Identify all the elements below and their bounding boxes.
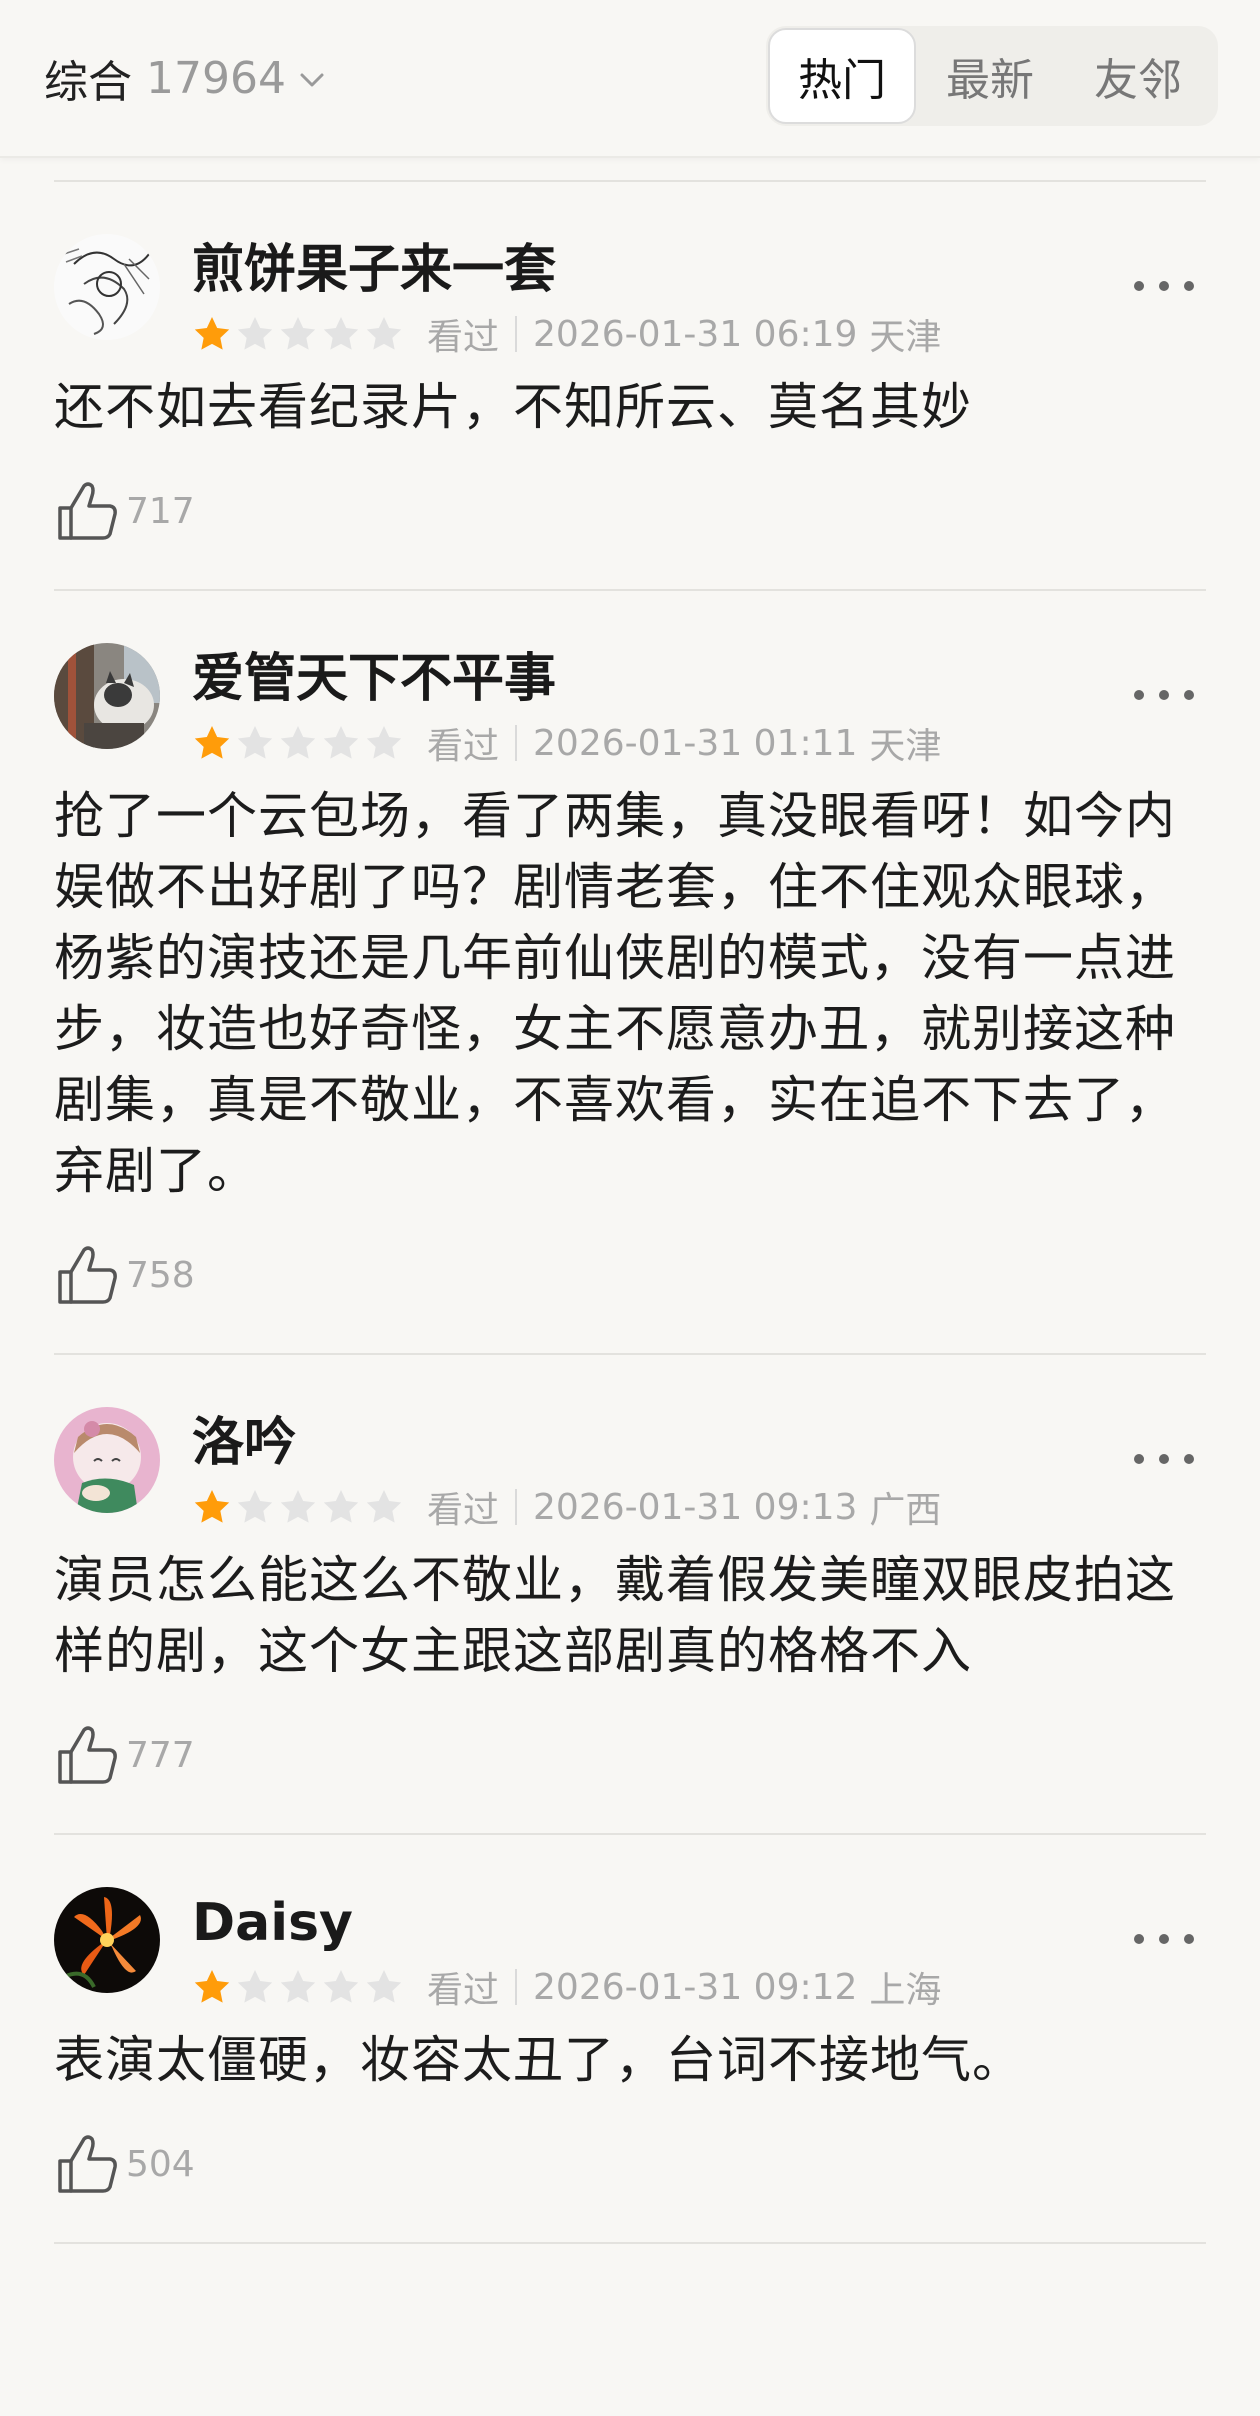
star-empty-icon bbox=[366, 1970, 402, 2003]
star-empty-icon bbox=[237, 726, 273, 759]
sort-dropdown[interactable]: 综合 17964 bbox=[44, 44, 328, 112]
top-bar: 综合 17964 热门 最新 友邻 bbox=[0, 0, 1260, 158]
star-empty-icon bbox=[280, 1970, 316, 2003]
thumbs-up-icon bbox=[58, 1246, 117, 1304]
more-options-button[interactable] bbox=[1134, 675, 1194, 715]
thumbs-up-icon bbox=[58, 2135, 117, 2193]
tab-friends[interactable]: 友邻 bbox=[1064, 28, 1212, 124]
review-location: 广西 bbox=[869, 1490, 942, 1531]
star-rating bbox=[192, 723, 407, 763]
review-location: 天津 bbox=[869, 726, 942, 767]
username[interactable]: 煎饼果子来一套 bbox=[192, 238, 556, 302]
more-options-button[interactable] bbox=[1134, 1919, 1194, 1959]
star-empty-icon bbox=[280, 726, 316, 759]
thumbs-up-icon bbox=[58, 1726, 117, 1784]
star-empty-icon bbox=[366, 1490, 402, 1523]
star-rating bbox=[192, 1487, 407, 1527]
star-empty-icon bbox=[323, 1490, 359, 1523]
review-item: 洛吟 看过 2026-01-31 09:13 广西 演员怎么能这么不敬业，戴着假… bbox=[0, 1355, 1260, 1835]
star-empty-icon bbox=[280, 317, 316, 350]
review-time: 2026-01-31 09:12 bbox=[533, 1966, 858, 2008]
review-meta: 看过 2026-01-31 06:19 天津 bbox=[192, 306, 941, 362]
like-button[interactable]: 504 bbox=[54, 2124, 254, 2204]
review-text: 抢了一个云包场，看了两集，真没眼看呀！如今内娱做不出好剧了吗？剧情老套，住不住观… bbox=[54, 787, 1176, 1200]
star-empty-icon bbox=[237, 1970, 273, 2003]
like-count: 717 bbox=[126, 490, 195, 532]
divider bbox=[54, 2242, 1206, 2244]
like-button[interactable]: 758 bbox=[54, 1235, 254, 1315]
like-button[interactable]: 777 bbox=[54, 1715, 254, 1795]
watch-status: 看过 bbox=[427, 1970, 500, 2011]
review-item: 爱管天下不平事 看过 2026-01-31 01:11 天津 抢了一个云包场，看… bbox=[0, 591, 1260, 1355]
avatar[interactable] bbox=[54, 1407, 160, 1513]
meta-separator bbox=[515, 725, 518, 761]
star-empty-icon bbox=[323, 1970, 359, 2003]
tab-group: 热门 最新 友邻 bbox=[766, 26, 1218, 126]
star-empty-icon bbox=[323, 726, 359, 759]
review-list: 煎饼果子来一套 看过 2026-01-31 06:19 天津 还不如去看纪录片，… bbox=[0, 182, 1260, 2244]
review-meta: 看过 2026-01-31 09:13 广西 bbox=[192, 1479, 941, 1535]
review-text: 表演太僵硬，妆容太丑了，台词不接地气。 bbox=[54, 2031, 1023, 2089]
chevron-down-icon bbox=[300, 73, 324, 87]
like-count: 504 bbox=[126, 2143, 195, 2185]
meta-separator bbox=[515, 1969, 518, 2005]
star-filled-icon bbox=[194, 1970, 230, 2003]
tab-hot[interactable]: 热门 bbox=[768, 28, 916, 124]
like-button[interactable]: 717 bbox=[54, 471, 254, 551]
ink-sketch-avatar-icon bbox=[54, 234, 160, 340]
star-empty-icon bbox=[237, 1490, 273, 1523]
like-count: 758 bbox=[126, 1254, 195, 1296]
thumbs-up-icon bbox=[58, 482, 117, 540]
review-time: 2026-01-31 09:13 bbox=[533, 1486, 858, 1528]
tab-latest[interactable]: 最新 bbox=[916, 28, 1064, 124]
watch-status: 看过 bbox=[427, 317, 500, 358]
review-text: 演员怎么能这么不敬业，戴着假发美瞳双眼皮拍这样的剧，这个女主跟这部剧真的格格不入 bbox=[54, 1551, 1176, 1680]
username[interactable]: 洛吟 bbox=[192, 1411, 296, 1475]
star-empty-icon bbox=[280, 1490, 316, 1523]
cat-photo-avatar-icon bbox=[54, 643, 160, 749]
anime-girl-avatar-icon bbox=[54, 1407, 160, 1513]
username[interactable]: Daisy bbox=[192, 1891, 353, 1955]
more-options-button[interactable] bbox=[1134, 1439, 1194, 1479]
review-text: 还不如去看纪录片，不知所云、莫名其妙 bbox=[54, 378, 972, 436]
avatar[interactable] bbox=[54, 643, 160, 749]
star-empty-icon bbox=[366, 726, 402, 759]
review-count: 17964 bbox=[146, 52, 286, 104]
orange-flower-avatar-icon bbox=[54, 1887, 160, 1993]
star-filled-icon bbox=[194, 1490, 230, 1523]
username[interactable]: 爱管天下不平事 bbox=[192, 647, 556, 711]
star-empty-icon bbox=[323, 317, 359, 350]
review-item: 煎饼果子来一套 看过 2026-01-31 06:19 天津 还不如去看纪录片，… bbox=[0, 182, 1260, 591]
sort-label: 综合 bbox=[44, 57, 132, 108]
review-time: 2026-01-31 01:11 bbox=[533, 722, 858, 764]
star-filled-icon bbox=[194, 726, 230, 759]
review-location: 上海 bbox=[869, 1970, 942, 2011]
meta-separator bbox=[515, 316, 518, 352]
star-rating bbox=[192, 1967, 407, 2007]
watch-status: 看过 bbox=[427, 1490, 500, 1531]
review-location: 天津 bbox=[869, 317, 942, 358]
star-empty-icon bbox=[366, 317, 402, 350]
review-item: Daisy 看过 2026-01-31 09:12 上海 表演太僵硬，妆容太丑了… bbox=[0, 1835, 1260, 2244]
watch-status: 看过 bbox=[427, 726, 500, 767]
avatar[interactable] bbox=[54, 1887, 160, 1993]
star-empty-icon bbox=[237, 317, 273, 350]
star-filled-icon bbox=[194, 317, 230, 350]
more-options-button[interactable] bbox=[1134, 266, 1194, 306]
review-meta: 看过 2026-01-31 01:11 天津 bbox=[192, 715, 941, 771]
review-time: 2026-01-31 06:19 bbox=[533, 313, 858, 355]
like-count: 777 bbox=[126, 1734, 195, 1776]
review-meta: 看过 2026-01-31 09:12 上海 bbox=[192, 1959, 941, 2015]
meta-separator bbox=[515, 1489, 518, 1525]
star-rating bbox=[192, 314, 407, 354]
avatar[interactable] bbox=[54, 234, 160, 340]
